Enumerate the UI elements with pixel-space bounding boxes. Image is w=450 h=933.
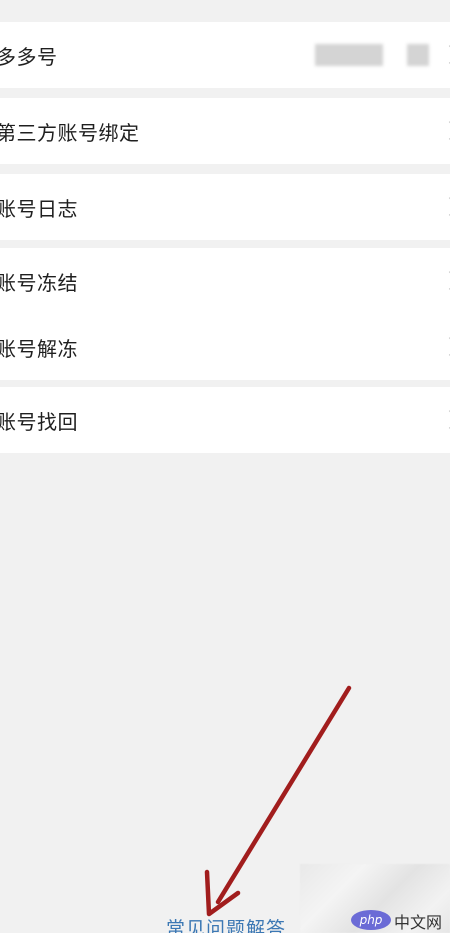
group-account-recover: 账号找回 <box>0 387 450 453</box>
arrow-head <box>204 869 241 917</box>
duoduo-id-copy-blurred <box>407 44 429 66</box>
watermark-site-text: 中文网 <box>394 913 443 932</box>
duoduo-id-value-blurred <box>315 44 383 66</box>
row-label-third-party-binding: 第三方账号绑定 <box>0 120 140 145</box>
group-duoduo-id: 多多号 <box>0 22 450 88</box>
row-label-account-log: 账号日志 <box>0 196 78 221</box>
chevron-right-icon <box>440 271 450 290</box>
row-duoduo-id[interactable]: 多多号 <box>0 22 450 88</box>
chevron-right-icon <box>440 121 450 140</box>
chevron-right-icon <box>440 197 450 216</box>
faq-link[interactable]: 常见问题解答 <box>166 914 286 933</box>
row-account-unfreeze[interactable]: 账号解冻 <box>0 314 450 380</box>
account-settings-screen: 多多号 第三方账号绑定 账号日志 账号冻结 账号解冻 账号找回 常见问题解答 p… <box>0 0 450 933</box>
watermark-logo: php <box>351 910 391 930</box>
group-freeze: 账号冻结 账号解冻 <box>0 248 450 380</box>
row-account-recover[interactable]: 账号找回 <box>0 387 450 453</box>
row-label-account-freeze: 账号冻结 <box>0 270 78 295</box>
row-account-log[interactable]: 账号日志 <box>0 174 450 240</box>
row-third-party-binding[interactable]: 第三方账号绑定 <box>0 98 450 164</box>
row-label-account-unfreeze: 账号解冻 <box>0 336 78 361</box>
chevron-right-icon <box>440 337 450 356</box>
group-account-log: 账号日志 <box>0 174 450 240</box>
row-label-duoduo-id: 多多号 <box>0 44 58 69</box>
chevron-right-icon <box>440 410 450 429</box>
chevron-right-icon <box>440 45 450 64</box>
row-label-account-recover: 账号找回 <box>0 409 78 434</box>
row-account-freeze[interactable]: 账号冻结 <box>0 248 450 314</box>
group-third-party-binding: 第三方账号绑定 <box>0 98 450 164</box>
